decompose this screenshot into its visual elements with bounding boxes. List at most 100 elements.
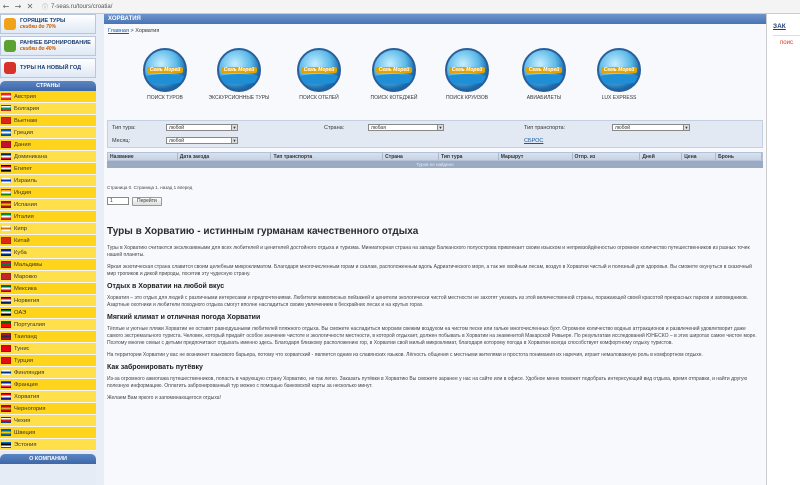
transport-select[interactable]: любой ▼ [612, 124, 690, 131]
promo-banner[interactable]: ТУРЫ НА НОВЫЙ ГОД [0, 58, 96, 78]
category-item[interactable]: Семь Морей ЭКСКУРСИОННЫЕ ТУРЫ [204, 48, 274, 101]
flag-icon [1, 129, 11, 136]
sidebar-item-country[interactable]: Финляндия [0, 367, 96, 379]
address-bar[interactable]: ⓘ 7-seas.ru/tours/croatia/ [42, 2, 112, 12]
table-column-header[interactable]: Страна [383, 153, 439, 160]
sidebar-item-country[interactable]: Египет [0, 163, 96, 175]
pagination-info: Страница 0. Страница 1. назад 1 вперед [107, 185, 193, 190]
country-label: Черногория [14, 405, 46, 412]
table-column-header[interactable]: Дней [640, 153, 683, 160]
reset-link[interactable]: СБРОС [524, 138, 543, 144]
sidebar-item-country[interactable]: Австрия [0, 91, 96, 103]
sidebar-item-country[interactable]: Марокко [0, 271, 96, 283]
sidebar-item-country[interactable]: Греция [0, 127, 96, 139]
table-column-header[interactable]: Бронь [716, 153, 762, 160]
logo-text: Семь Морей [221, 67, 257, 73]
promo-title: ТУРЫ НА НОВЫЙ ГОД [20, 65, 82, 71]
tour-type-value: любой [169, 125, 185, 131]
category-globe-icon: Семь Морей [445, 48, 489, 92]
flag-icon [1, 285, 11, 292]
flag-icon [1, 237, 11, 244]
flag-icon [1, 345, 11, 352]
category-item[interactable]: Семь Морей ПОИСК КРУИЗОВ [432, 48, 502, 101]
sidebar-item-country[interactable]: Болгария [0, 103, 96, 115]
sidebar-item-country[interactable]: Израиль [0, 175, 96, 187]
close-icon[interactable]: ✕ [24, 2, 36, 11]
sidebar-item-country[interactable]: Италия [0, 211, 96, 223]
flag-icon [1, 261, 11, 268]
back-icon[interactable]: ← [0, 2, 12, 11]
chevron-down-icon: ▼ [231, 138, 237, 143]
month-label: Месяц: [112, 138, 131, 144]
right-panel-title[interactable]: ЗАК [773, 23, 786, 30]
table-column-header[interactable]: Название [108, 153, 178, 160]
sidebar-item-country[interactable]: Португалия [0, 319, 96, 331]
sidebar-item-country[interactable]: Чехия [0, 415, 96, 427]
sidebar-item-country[interactable]: Турция [0, 355, 96, 367]
flag-icon [1, 369, 11, 376]
table-column-header[interactable]: Тип тура [439, 153, 499, 160]
country-label: Греция [14, 129, 33, 136]
sidebar-item-country[interactable]: Доминикана [0, 151, 96, 163]
country-label: Хорватия [14, 393, 40, 400]
promo-banner[interactable]: ГОРЯЩИЕ ТУРЫ скидки до 70% [0, 14, 96, 34]
promo-banner[interactable]: РАННЕЕ БРОНИРОВАНИЕ скидки до 40% [0, 36, 96, 56]
paragraph: На территории Хорватии у вас не возникне… [107, 352, 703, 358]
sidebar-item-country[interactable]: Дания [0, 139, 96, 151]
category-item[interactable]: Семь Морей LUX EXPRESS [584, 48, 654, 101]
flag-icon [1, 141, 11, 148]
paragraph: Хорватия – это отдых для людей с различн… [107, 295, 749, 308]
logo-text: Семь Морей [526, 67, 562, 73]
sidebar-item-country[interactable]: Хорватия [0, 391, 96, 403]
sidebar-item-country[interactable]: Куба [0, 247, 96, 259]
article-title: Туры в Хорватию - истинным гурманам каче… [107, 226, 419, 237]
right-panel: ЗАК поис [766, 14, 800, 485]
page-info-icon[interactable]: ⓘ [42, 2, 48, 11]
category-label: ПОИСК КРУИЗОВ [445, 95, 489, 101]
sidebar-item-country[interactable]: Мексика [0, 283, 96, 295]
forward-icon[interactable]: → [12, 2, 24, 11]
category-item[interactable]: Семь Морей ПОИСК КОТЕДЖЕЙ [359, 48, 429, 101]
table-column-header[interactable]: Маршрут [499, 153, 573, 160]
category-label: ЭКСКУРСИОННЫЕ ТУРЫ [208, 95, 270, 101]
flag-icon [1, 393, 11, 400]
sidebar-item-country[interactable]: Норвегия [0, 295, 96, 307]
sidebar-item-country[interactable]: Мальдивы [0, 259, 96, 271]
sidebar-item-country[interactable]: Испания [0, 199, 96, 211]
sidebar-item-country[interactable]: Швеция [0, 427, 96, 439]
table-column-header[interactable]: Цена [682, 153, 717, 160]
section-heading: Отдых в Хорватии на любой вкус [107, 283, 225, 290]
sidebar-item-country[interactable]: Китай [0, 235, 96, 247]
country-label: Франция [14, 381, 38, 388]
section-heading: Мягкий климат и отличная погода Хорватии [107, 314, 261, 321]
promo-icon [4, 18, 16, 30]
flag-icon [1, 297, 11, 304]
category-item[interactable]: Семь Морей ПОИСК ТУРОВ [130, 48, 200, 101]
tour-type-select[interactable]: любой ▼ [166, 124, 238, 131]
month-select[interactable]: любой ▼ [166, 137, 238, 144]
transport-label: Тип транспорта: [524, 125, 566, 131]
sidebar-item-country[interactable]: Франция [0, 379, 96, 391]
sidebar-item-country[interactable]: Кипр [0, 223, 96, 235]
category-item[interactable]: Семь Морей АВИАБИЛЕТЫ [509, 48, 579, 101]
go-button[interactable]: Перейти [132, 197, 162, 206]
country-label: Мальдивы [14, 261, 43, 268]
sidebar-item-country[interactable]: Черногория [0, 403, 96, 415]
sidebar-item-country[interactable]: Эстония [0, 439, 96, 451]
category-icons: Семь Морей ПОИСК ТУРОВ Семь Морей ЭКСКУРСИО… [104, 48, 766, 126]
table-column-header[interactable]: Дата заезда [178, 153, 272, 160]
breadcrumb-home-link[interactable]: Главная [108, 28, 129, 34]
sidebar-item-country[interactable]: Вьетнам [0, 115, 96, 127]
sidebar-item-country[interactable]: ОАЭ [0, 307, 96, 319]
flag-icon [1, 225, 11, 232]
sidebar-item-country[interactable]: Таиланд [0, 331, 96, 343]
table-column-header[interactable]: Отпр. из [573, 153, 641, 160]
sidebar-item-country[interactable]: Тунис [0, 343, 96, 355]
category-item[interactable]: Семь Морей ПОИСК ОТЕЛЕЙ [284, 48, 354, 101]
table-column-header[interactable]: Тип транспорта [271, 153, 384, 160]
sidebar-item-country[interactable]: Индия [0, 187, 96, 199]
article: Туры в Хорватию - истинным гурманам каче… [107, 226, 759, 407]
page-number-input[interactable]: 1 [107, 197, 129, 205]
companies-header: О КОМПАНИИ [0, 454, 96, 464]
country-select[interactable]: любая ▼ [368, 124, 444, 131]
